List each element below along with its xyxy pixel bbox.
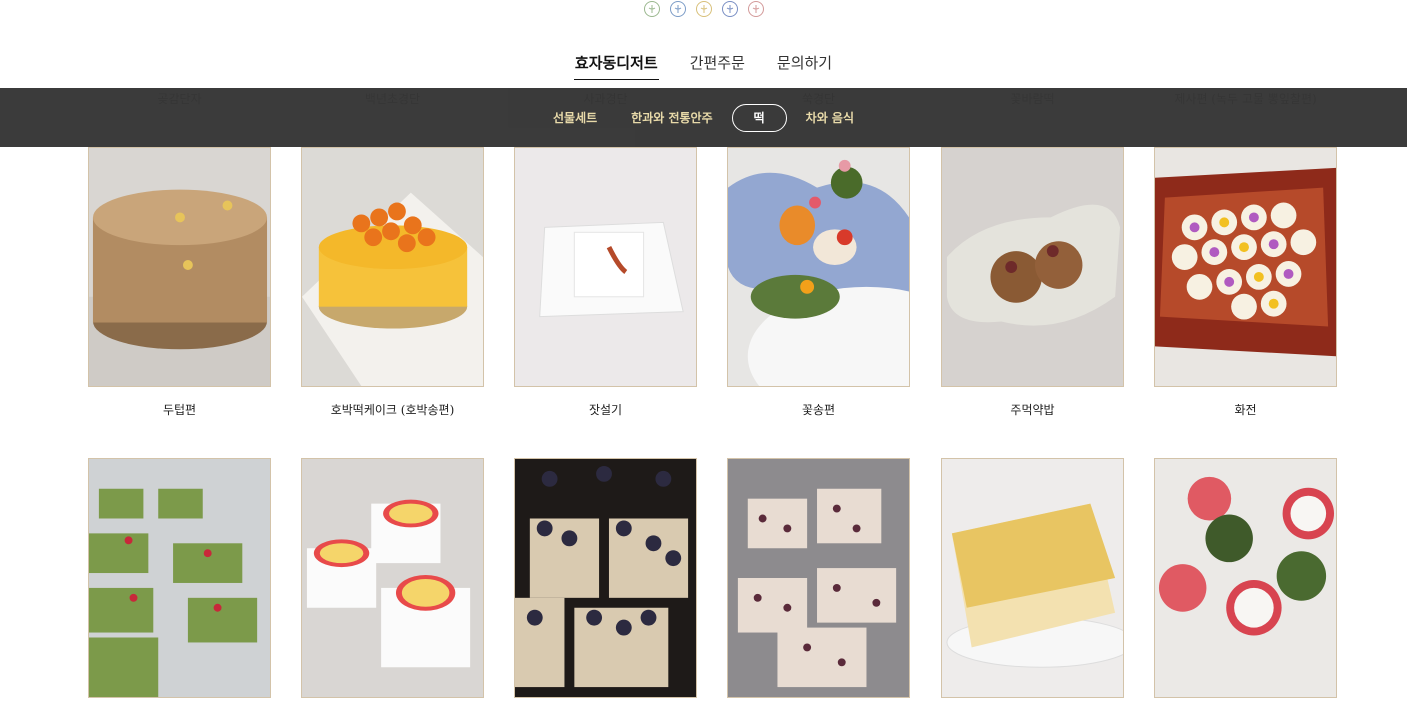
product-image[interactable] [88, 458, 271, 698]
product-card[interactable] [514, 458, 697, 698]
subnav-item[interactable]: 떡 [731, 103, 787, 132]
product-image[interactable] [88, 147, 271, 387]
subnav-item[interactable]: 차와 음식 [789, 109, 871, 126]
product-image[interactable] [301, 147, 484, 387]
product-image[interactable] [727, 147, 910, 387]
product-card[interactable] [727, 458, 910, 698]
category-subnav: 선물세트 한과와 전통안주 떡 차와 음식 [0, 88, 1407, 147]
main-nav-link[interactable]: 간편주문 [689, 50, 746, 80]
product-image[interactable] [514, 458, 697, 698]
brand-icon-5 [747, 1, 764, 17]
product-image[interactable] [1154, 147, 1337, 387]
product-card[interactable]: 호박떡케이크 (호박송편) [301, 147, 484, 418]
brand-icon-4 [721, 1, 738, 17]
product-title[interactable]: 호박떡케이크 (호박송편) [301, 401, 484, 418]
product-image[interactable] [514, 147, 697, 387]
product-title[interactable]: 화전 [1154, 401, 1337, 418]
product-image[interactable] [301, 458, 484, 698]
product-card[interactable]: 꽃송편 [727, 147, 910, 418]
product-card[interactable] [941, 458, 1124, 698]
brand-icon-1 [643, 1, 660, 17]
product-image[interactable] [1154, 458, 1337, 698]
product-image[interactable] [941, 458, 1124, 698]
product-title[interactable]: 두텁편 [88, 401, 271, 418]
product-card[interactable]: 두텁편 [88, 147, 271, 418]
product-image[interactable] [727, 458, 910, 698]
main-navigation: 효자동디저트 간편주문 문의하기 [0, 50, 1407, 80]
brand-icon-2 [669, 1, 686, 17]
product-card[interactable]: 주먹약밥 [941, 147, 1124, 418]
brand-icon-3 [695, 1, 712, 17]
main-nav-link[interactable]: 효자동디저트 [573, 50, 659, 80]
product-title[interactable]: 주먹약밥 [941, 401, 1124, 418]
product-card[interactable] [1154, 458, 1337, 698]
brand-icon-row [0, 1, 1407, 21]
product-card[interactable]: 잣설기 [514, 147, 697, 418]
main-nav-link[interactable]: 문의하기 [776, 50, 833, 80]
product-card[interactable]: 화전 [1154, 147, 1337, 418]
subnav-item[interactable]: 한과와 전통안주 [614, 109, 729, 126]
product-image[interactable] [941, 147, 1124, 387]
product-card[interactable] [88, 458, 271, 698]
product-title[interactable]: 꽃송편 [727, 401, 910, 418]
product-card[interactable] [301, 458, 484, 698]
product-title[interactable]: 잣설기 [514, 401, 697, 418]
subnav-item[interactable]: 선물세트 [536, 109, 614, 126]
